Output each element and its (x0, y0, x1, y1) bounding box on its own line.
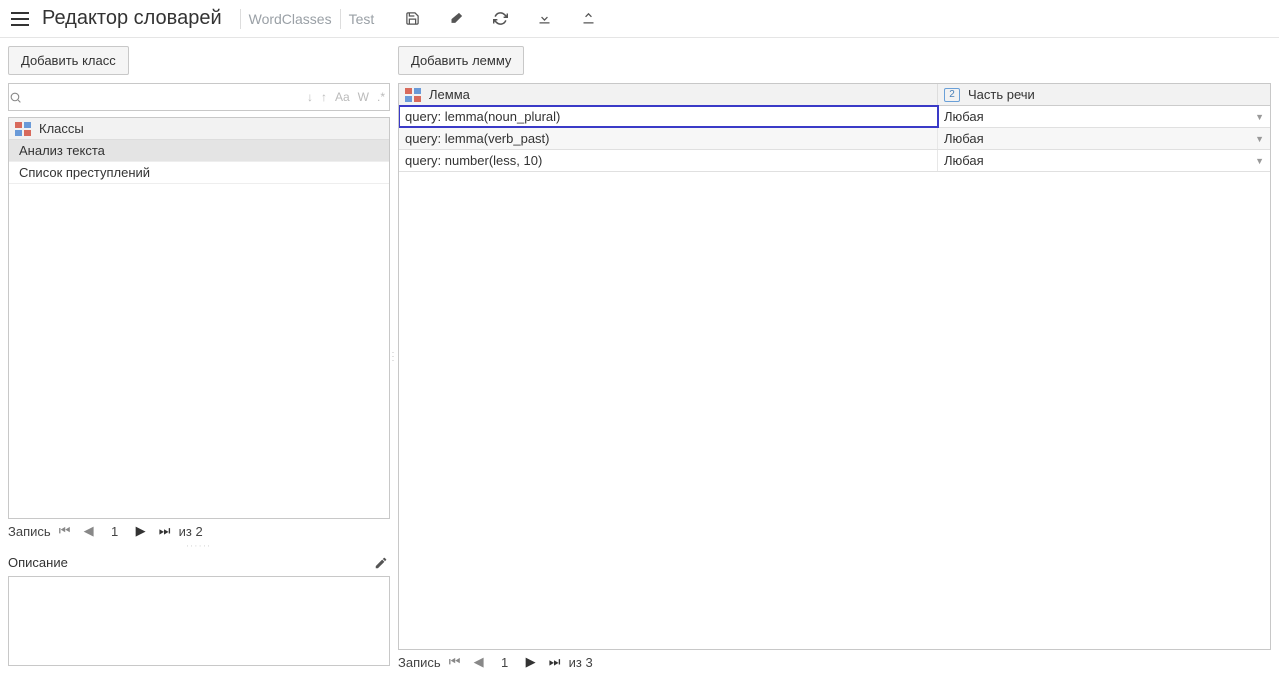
regex-toggle[interactable]: .* (373, 90, 389, 104)
column-header-pos[interactable]: 2 Часть речи (938, 84, 1270, 105)
pager-first-icon[interactable]: ⏮ (445, 654, 465, 670)
column-type-badge: 2 (944, 88, 960, 102)
class-list-header: Классы (9, 118, 389, 140)
save-icon[interactable] (404, 11, 420, 27)
list-item[interactable]: Анализ текста (9, 140, 389, 162)
pager-current: 1 (493, 655, 517, 670)
add-lemma-button[interactable]: Добавить лемму (398, 46, 524, 75)
pager-current: 1 (103, 524, 127, 539)
pager-prev-icon[interactable]: ◀ (469, 654, 489, 670)
class-list: Классы Анализ текста Список преступлений (8, 117, 390, 519)
upload-icon[interactable] (580, 11, 596, 27)
breadcrumb-item[interactable]: WordClasses (249, 11, 332, 27)
pager-last-icon[interactable]: ⏭ (155, 523, 175, 539)
search-bar: ↓ ↑ Aa W .* (8, 83, 390, 111)
description-box[interactable] (8, 576, 390, 666)
breadcrumb: WordClasses Test (232, 9, 375, 29)
pager-next-icon[interactable]: ▶ (131, 523, 151, 539)
search-input[interactable] (33, 90, 303, 105)
column-header-lemma[interactable]: Лемма (399, 84, 938, 105)
sort-up-icon[interactable]: ↑ (317, 90, 331, 104)
sort-down-icon[interactable]: ↓ (303, 90, 317, 104)
pager-next-icon[interactable]: ▶ (521, 654, 541, 670)
breadcrumb-item[interactable]: Test (349, 11, 375, 27)
chevron-down-icon: ▼ (1255, 134, 1264, 144)
case-toggle[interactable]: Aa (331, 90, 354, 104)
description-label: Описание (8, 555, 68, 570)
pager-label: Запись (8, 524, 51, 539)
right-panel: Добавить лемму Лемма 2 Часть речи query:… (396, 38, 1279, 674)
pager-prev-icon[interactable]: ◀ (79, 523, 99, 539)
cell-lemma[interactable]: query: number(less, 10) (399, 150, 938, 171)
add-class-button[interactable]: Добавить класс (8, 46, 129, 75)
grid-icon (405, 88, 421, 102)
table-row[interactable]: query: lemma(verb_past) Любая▼ (399, 128, 1270, 150)
pager-last-icon[interactable]: ⏭ (545, 654, 565, 670)
class-list-header-label: Классы (39, 121, 84, 136)
eraser-icon[interactable] (448, 11, 464, 27)
search-icon (9, 91, 33, 104)
cell-lemma[interactable]: query: lemma(noun_plural) (399, 106, 938, 127)
whole-word-toggle[interactable]: W (354, 90, 373, 104)
list-item[interactable]: Список преступлений (9, 162, 389, 184)
left-panel: Добавить класс ↓ ↑ Aa W .* Классы Анализ… (0, 38, 390, 674)
menu-button[interactable] (6, 5, 34, 33)
grid-header: Лемма 2 Часть речи (399, 84, 1270, 106)
cell-pos[interactable]: Любая▼ (938, 128, 1270, 149)
cell-pos[interactable]: Любая▼ (938, 150, 1270, 171)
refresh-icon[interactable] (492, 11, 508, 27)
pager-first-icon[interactable]: ⏮ (55, 523, 75, 539)
table-row[interactable]: query: number(less, 10) Любая▼ (399, 150, 1270, 172)
cell-lemma[interactable]: query: lemma(verb_past) (399, 128, 938, 149)
download-icon[interactable] (536, 11, 552, 27)
top-bar: Редактор словарей WordClasses Test (0, 0, 1279, 38)
left-pager: Запись ⏮ ◀ 1 ▶ ⏭ из 2 (8, 519, 390, 543)
pager-label: Запись (398, 655, 441, 670)
right-pager: Запись ⏮ ◀ 1 ▶ ⏭ из 3 (398, 650, 1271, 674)
toolbar (404, 11, 596, 27)
lemma-grid: Лемма 2 Часть речи query: lemma(noun_plu… (398, 83, 1271, 650)
app-title: Редактор словарей (42, 7, 222, 30)
chevron-down-icon: ▼ (1255, 156, 1264, 166)
pencil-icon[interactable] (374, 556, 388, 570)
chevron-down-icon: ▼ (1255, 112, 1264, 122)
pager-total: из 2 (179, 524, 203, 539)
grid-icon (15, 122, 31, 136)
cell-pos[interactable]: Любая▼ (938, 106, 1270, 127)
pager-total: из 3 (569, 655, 593, 670)
table-row[interactable]: query: lemma(noun_plural) Любая▼ (399, 106, 1270, 128)
